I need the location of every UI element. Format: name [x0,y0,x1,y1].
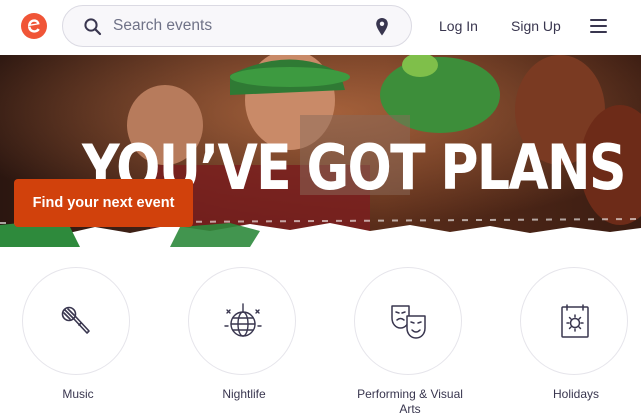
category-music[interactable]: Music [22,267,133,402]
category-label: Holidays [552,387,600,401]
disco-ball-icon [224,303,262,337]
search-icon [84,18,102,36]
category-performing-visual-arts[interactable]: Performing & Visual Arts [354,267,465,417]
search-input[interactable]: Search events [113,6,212,46]
signup-link[interactable]: Sign Up [511,0,561,52]
category-label: Nightlife [222,387,266,401]
category-icon-circle[interactable] [520,267,628,375]
category-icon-circle[interactable] [188,267,296,375]
hero-banner: YOU’VE GOT PLANS Find your next event [0,55,641,247]
category-icon-circle[interactable] [22,267,130,375]
category-label: Music [62,387,94,401]
find-event-button[interactable]: Find your next event [14,179,193,227]
hamburger-menu-icon[interactable] [590,18,608,34]
category-holidays[interactable]: Holidays [520,267,631,402]
location-pin-icon[interactable] [375,17,389,37]
category-label: Performing & Visual Arts [357,387,463,416]
theater-masks-icon [391,305,426,339]
login-link[interactable]: Log In [439,0,478,52]
eventbrite-logo-icon[interactable] [21,13,47,39]
top-header: Search events Log In Sign Up [0,0,641,55]
category-nightlife[interactable]: Nightlife [188,267,299,402]
search-bar[interactable]: Search events [62,5,412,47]
microphone-icon [61,306,90,334]
calendar-sun-icon [561,304,589,338]
category-icon-circle[interactable] [354,267,462,375]
